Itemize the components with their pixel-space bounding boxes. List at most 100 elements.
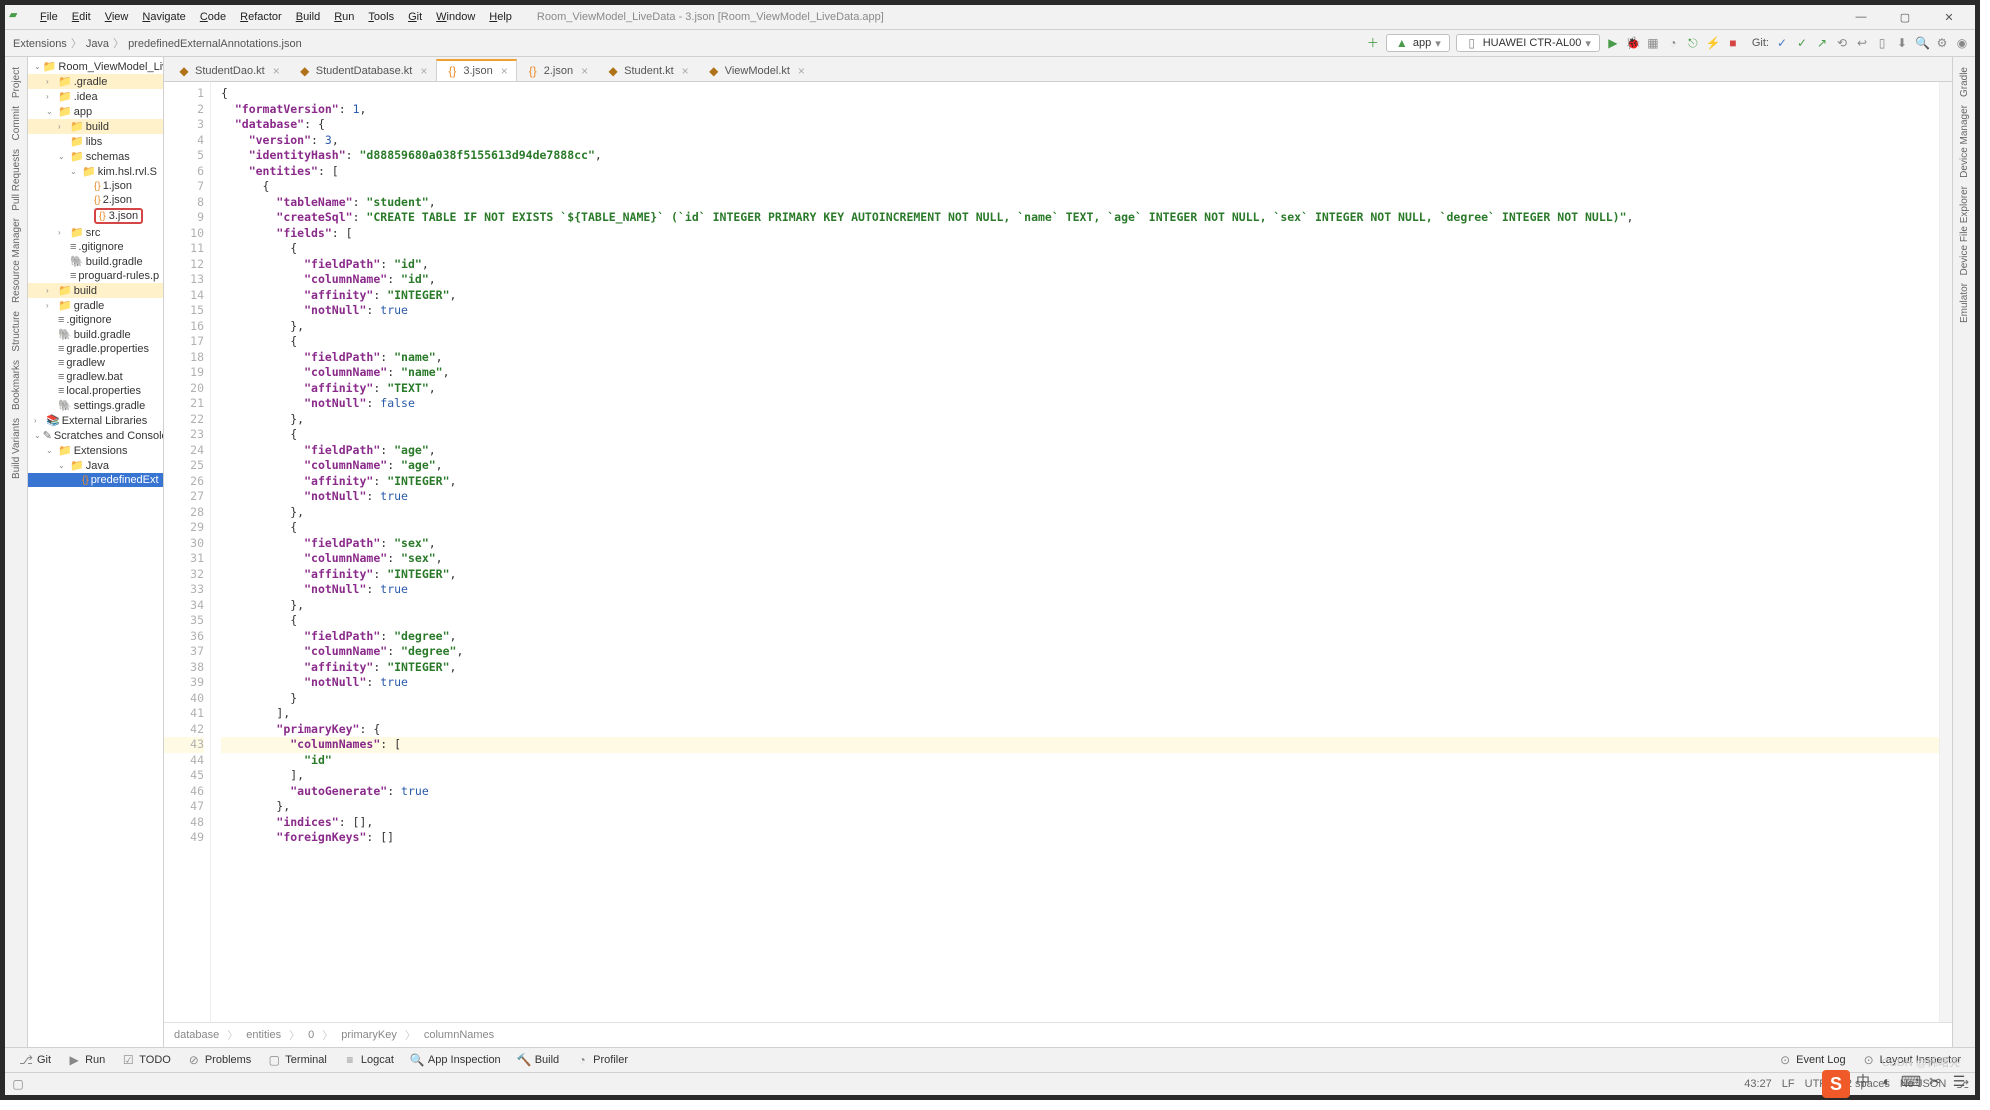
tree-node[interactable]: ›📁 build bbox=[28, 283, 163, 298]
close-tab-icon[interactable]: × bbox=[420, 64, 427, 78]
profile-button[interactable]: ◔ bbox=[1666, 36, 1680, 50]
tree-node[interactable]: 🐘 settings.gradle bbox=[28, 398, 163, 413]
tree-node[interactable]: ⌄📁 Room_ViewModel_LiveDa bbox=[28, 59, 163, 74]
toolwindows-toggle-icon[interactable]: ▢ bbox=[11, 1077, 25, 1091]
tree-node[interactable]: 🐘 build.gradle bbox=[28, 254, 163, 269]
tree-node[interactable]: ›📁 src bbox=[28, 225, 163, 240]
ime-menu-icon[interactable]: ☰ bbox=[1948, 1070, 1970, 1092]
tree-node[interactable]: 🐘 build.gradle bbox=[28, 327, 163, 342]
vcs-update-icon[interactable]: ✓ bbox=[1775, 36, 1789, 50]
stop-button[interactable]: ■ bbox=[1726, 36, 1740, 50]
vcs-revert-icon[interactable]: ↩ bbox=[1855, 36, 1869, 50]
tree-node[interactable]: ⌄✎ Scratches and Console bbox=[28, 428, 163, 443]
maximize-button[interactable]: ▢ bbox=[1883, 6, 1927, 28]
tree-node[interactable]: ≡ gradle.properties bbox=[28, 342, 163, 356]
sogou-ime-icon[interactable]: S bbox=[1822, 1070, 1850, 1098]
tree-node[interactable]: ≡ gradlew bbox=[28, 356, 163, 370]
vcs-history-icon[interactable]: ⟲ bbox=[1835, 36, 1849, 50]
menu-file[interactable]: File bbox=[33, 9, 65, 25]
line-gutter[interactable]: 1234567891011121314151617181920212223242… bbox=[164, 82, 211, 1022]
toolwindow-tab-device-manager[interactable]: Device Manager bbox=[1959, 101, 1970, 182]
breadcrumb-item[interactable]: Extensions bbox=[11, 38, 69, 50]
tree-node[interactable]: ⌄📁 kim.hsl.rvl.S bbox=[28, 164, 163, 179]
bottom-tab-logcat[interactable]: ≡Logcat bbox=[335, 1053, 402, 1067]
tree-node[interactable]: {} predefinedExt bbox=[28, 473, 163, 487]
editor-tab[interactable]: {}2.json× bbox=[517, 60, 597, 81]
coverage-button[interactable]: ▦ bbox=[1646, 36, 1660, 50]
menu-refactor[interactable]: Refactor bbox=[233, 9, 289, 25]
ime-skin-icon[interactable]: ✂ bbox=[1924, 1070, 1946, 1092]
bottom-tab-build[interactable]: 🔨Build bbox=[509, 1053, 567, 1067]
toolwindow-tab-gradle[interactable]: Gradle bbox=[1959, 63, 1970, 101]
tree-node[interactable]: {} 3.json bbox=[28, 207, 163, 225]
tree-node[interactable]: ›📁 gradle bbox=[28, 298, 163, 313]
device-combo[interactable]: ▯HUAWEI CTR-AL00▾ bbox=[1456, 34, 1600, 52]
run-button[interactable]: ▶ bbox=[1606, 36, 1620, 50]
menu-build[interactable]: Build bbox=[289, 9, 327, 25]
tree-node[interactable]: ›📁 build bbox=[28, 119, 163, 134]
menu-navigate[interactable]: Navigate bbox=[135, 9, 192, 25]
menu-run[interactable]: Run bbox=[327, 9, 361, 25]
editor-tab[interactable]: {}3.json× bbox=[436, 59, 516, 81]
debug-button[interactable]: 🐞 bbox=[1626, 36, 1640, 50]
bottom-tab-event-log[interactable]: ⊙Event Log bbox=[1770, 1053, 1854, 1067]
ime-lang-icon[interactable]: 中 bbox=[1852, 1070, 1874, 1092]
menu-code[interactable]: Code bbox=[193, 9, 233, 25]
vcs-commit-icon[interactable]: ✓ bbox=[1795, 36, 1809, 50]
search-icon[interactable]: 🔍 bbox=[1915, 36, 1929, 50]
project-tool-window[interactable]: ⌄📁 Room_ViewModel_LiveDa›📁 .gradle›📁 .id… bbox=[28, 57, 164, 1047]
close-button[interactable]: ✕ bbox=[1927, 6, 1971, 28]
toolwindow-tab-structure[interactable]: Structure bbox=[11, 307, 22, 356]
tree-node[interactable]: ⌄📁 schemas bbox=[28, 149, 163, 164]
bottom-tab-profiler[interactable]: ◔Profiler bbox=[567, 1053, 636, 1067]
sdk-manager-icon[interactable]: ⬇ bbox=[1895, 36, 1909, 50]
minimize-button[interactable]: — bbox=[1839, 6, 1883, 28]
tree-node[interactable]: ≡ .gitignore bbox=[28, 240, 163, 254]
close-tab-icon[interactable]: × bbox=[682, 64, 689, 78]
toolwindow-tab-project[interactable]: Project bbox=[11, 63, 22, 102]
menu-edit[interactable]: Edit bbox=[65, 9, 98, 25]
tree-node[interactable]: ⌄📁 Java bbox=[28, 458, 163, 473]
add-config-icon[interactable]: ＋ bbox=[1366, 36, 1380, 50]
tree-node[interactable]: 📁 libs bbox=[28, 134, 163, 149]
attach-debugger-icon[interactable]: ⎋ bbox=[1686, 36, 1700, 50]
settings-icon[interactable]: ⚙ bbox=[1935, 36, 1949, 50]
vcs-push-icon[interactable]: ↗ bbox=[1815, 36, 1829, 50]
editor-tab[interactable]: ◆StudentDatabase.kt× bbox=[289, 60, 437, 81]
code-breadcrumb-item[interactable]: primaryKey bbox=[341, 1029, 397, 1041]
breadcrumb-item[interactable]: Java bbox=[84, 38, 111, 50]
menu-tools[interactable]: Tools bbox=[361, 9, 401, 25]
code-editor[interactable]: { "formatVersion": 1, "database": { "ver… bbox=[211, 82, 1939, 1022]
editor-breadcrumbs[interactable]: database〉entities〉0〉primaryKey〉columnNam… bbox=[164, 1022, 1952, 1047]
code-breadcrumb-item[interactable]: database bbox=[174, 1029, 219, 1041]
tree-node[interactable]: ⌄📁 Extensions bbox=[28, 443, 163, 458]
toolwindow-tab-emulator[interactable]: Emulator bbox=[1959, 279, 1970, 327]
bottom-tab-git[interactable]: ⎇Git bbox=[11, 1053, 59, 1067]
bottom-tab-app-inspection[interactable]: 🔍App Inspection bbox=[402, 1053, 509, 1067]
ime-punct-icon[interactable]: ◐ bbox=[1876, 1070, 1898, 1092]
tree-node[interactable]: ⌄📁 app bbox=[28, 104, 163, 119]
tree-node[interactable]: ≡ local.properties bbox=[28, 384, 163, 398]
tree-node[interactable]: ≡ gradlew.bat bbox=[28, 370, 163, 384]
toolwindow-tab-pull-requests[interactable]: Pull Requests bbox=[11, 145, 22, 215]
close-tab-icon[interactable]: × bbox=[581, 64, 588, 78]
toolwindow-tab-build-variants[interactable]: Build Variants bbox=[11, 414, 22, 483]
avatar-icon[interactable]: ◉ bbox=[1955, 36, 1969, 50]
breadcrumb-item[interactable]: predefinedExternalAnnotations.json bbox=[126, 38, 304, 50]
bottom-tab-todo[interactable]: ☑TODO bbox=[113, 1053, 179, 1067]
bottom-tab-terminal[interactable]: ▢Terminal bbox=[259, 1053, 335, 1067]
cursor-position[interactable]: 43:27 bbox=[1744, 1078, 1772, 1090]
close-tab-icon[interactable]: × bbox=[273, 64, 280, 78]
menu-view[interactable]: View bbox=[98, 9, 136, 25]
tree-node[interactable]: ≡ proguard-rules.p bbox=[28, 269, 163, 283]
bottom-tab-run[interactable]: ▶Run bbox=[59, 1053, 113, 1067]
close-tab-icon[interactable]: × bbox=[501, 64, 508, 78]
tree-node[interactable]: ›📁 .gradle bbox=[28, 74, 163, 89]
apply-changes-icon[interactable]: ⚡ bbox=[1706, 36, 1720, 50]
toolwindow-tab-resource-manager[interactable]: Resource Manager bbox=[11, 214, 22, 307]
code-breadcrumb-item[interactable]: 0 bbox=[308, 1029, 314, 1041]
menu-git[interactable]: Git bbox=[401, 9, 429, 25]
editor-tab[interactable]: ◆Student.kt× bbox=[597, 60, 698, 81]
tree-node[interactable]: ≡ .gitignore bbox=[28, 313, 163, 327]
editor-tab[interactable]: ◆ViewModel.kt× bbox=[698, 60, 814, 81]
